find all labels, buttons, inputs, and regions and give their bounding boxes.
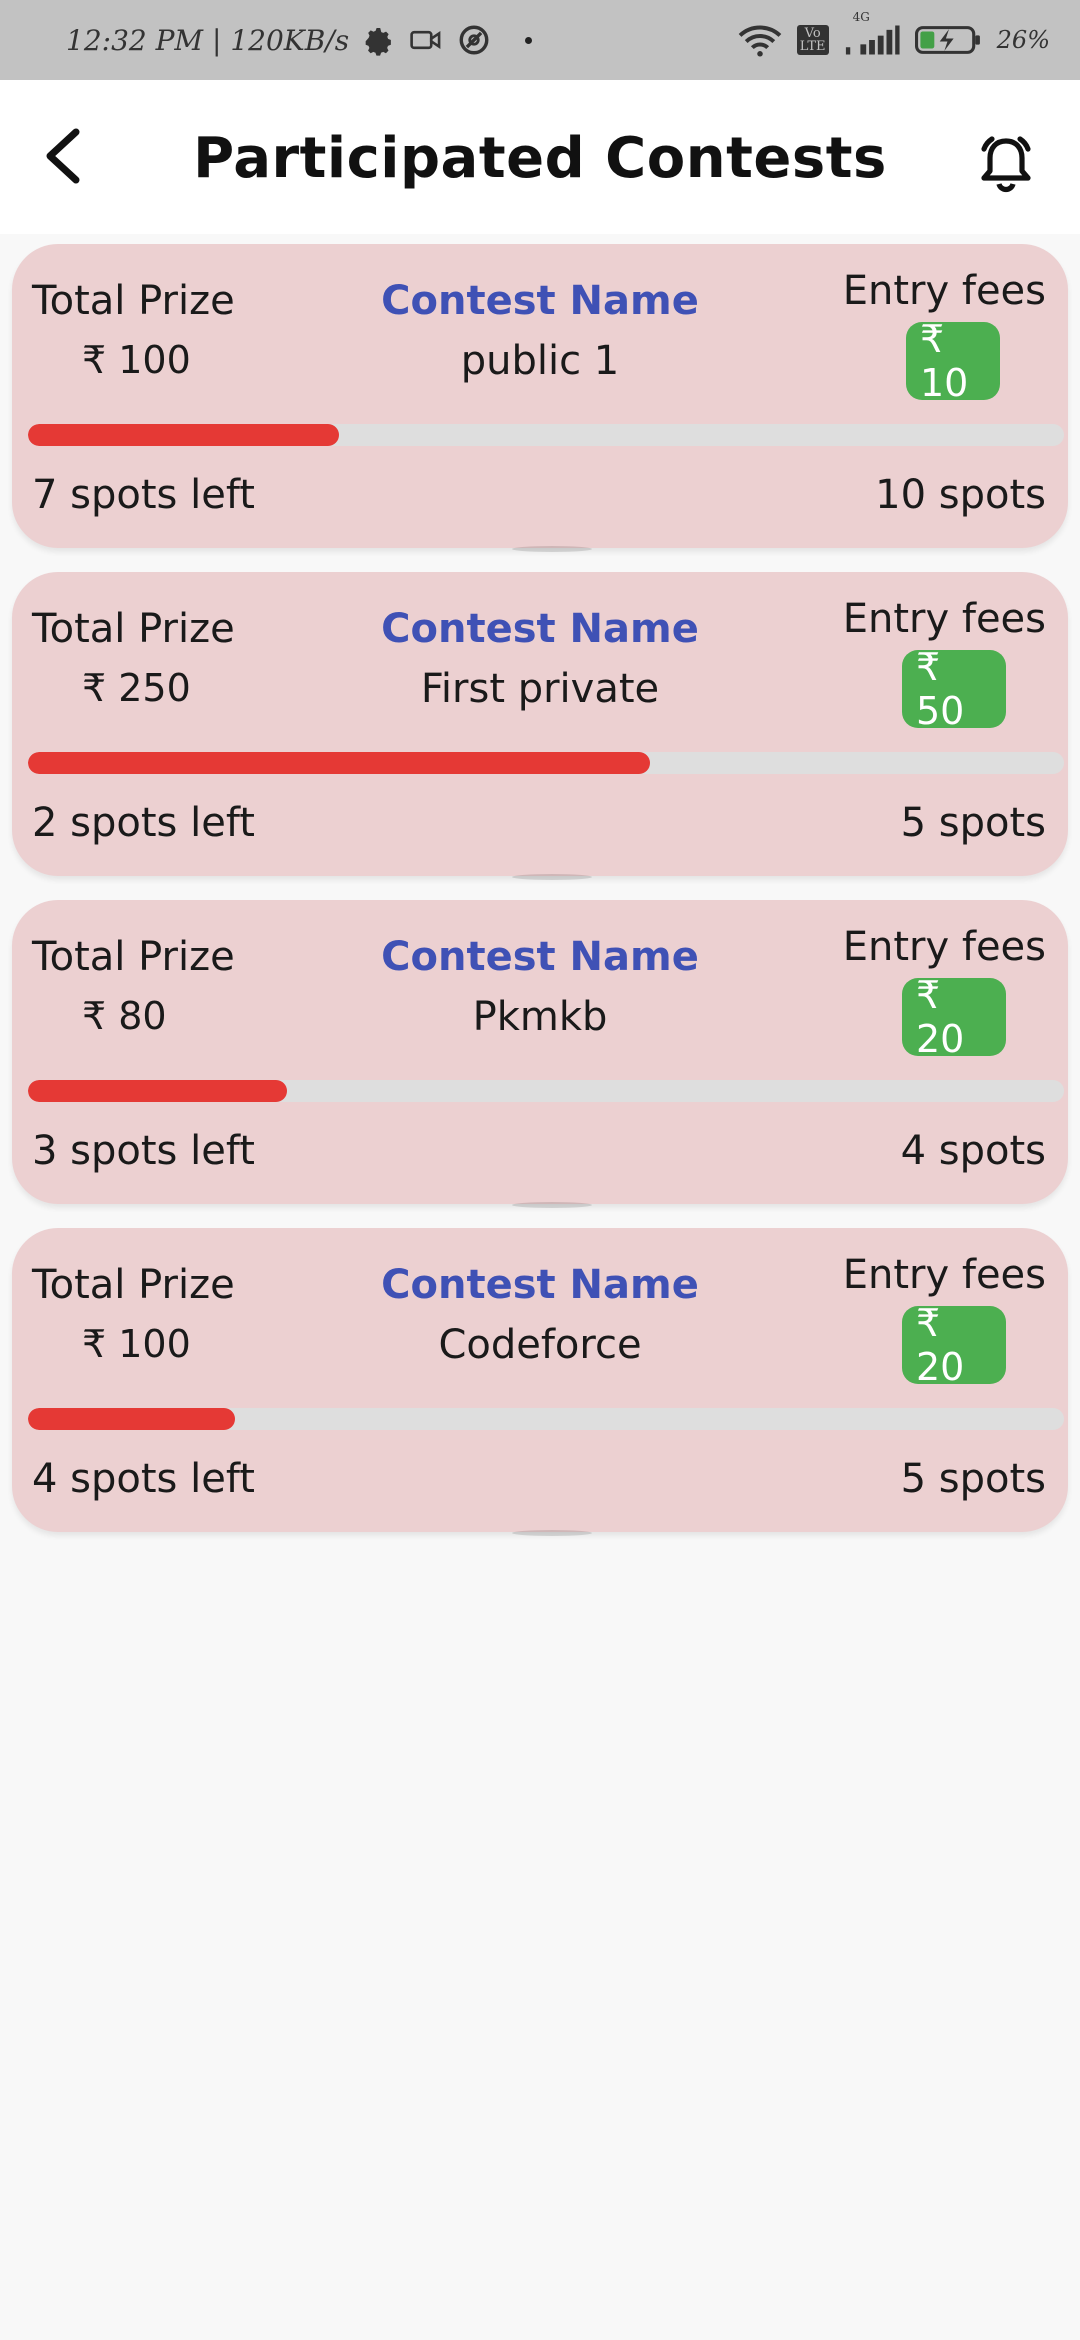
- status-time: 12:32 PM | 120KB/s: [66, 23, 350, 57]
- entry-fees-label: Entry fees: [842, 1252, 1046, 1298]
- bell-icon: [981, 136, 1031, 193]
- video-camera-icon: [409, 26, 443, 54]
- entry-fee-button[interactable]: ₹ 20: [902, 973, 1006, 1061]
- spots-progress-bar: [28, 752, 1064, 774]
- total-spots: 4 spots: [900, 1128, 1046, 1174]
- wifi-icon: [737, 23, 783, 57]
- entry-fee-button[interactable]: ₹ 50: [902, 645, 1006, 733]
- spots-left: 2 spots left: [32, 800, 255, 846]
- spots-left: 7 spots left: [32, 472, 255, 518]
- vpn-icon: [457, 23, 491, 57]
- status-bar-left: 12:32 PM | 120KB/s: [66, 0, 533, 80]
- spots-progress-bar: [28, 1408, 1064, 1430]
- entry-fees-label: Entry fees: [842, 268, 1046, 314]
- entry-fee-button[interactable]: ₹ 10: [906, 317, 1000, 405]
- volte-icon: Vo LTE: [796, 25, 829, 55]
- contest-card[interactable]: Total Prize ₹ 250 Contest Name First pri…: [12, 572, 1068, 880]
- total-spots: 5 spots: [900, 800, 1046, 846]
- total-spots: 10 spots: [875, 472, 1046, 518]
- signal-icon: 4G: [843, 10, 901, 56]
- spots-left: 4 spots left: [32, 1456, 255, 1502]
- volte-label: Vo LTE: [799, 26, 826, 54]
- contest-card[interactable]: Total Prize ₹ 80 Contest Name Pkmkb Entr…: [12, 900, 1068, 1208]
- battery-percent: 26%: [996, 26, 1050, 54]
- spots-progress-bar: [28, 1080, 1064, 1102]
- total-spots: 5 spots: [900, 1456, 1046, 1502]
- status-bar: 12:32 PM | 120KB/s Vo LTE 4G 26%: [0, 0, 1080, 80]
- gear-icon: [363, 24, 395, 56]
- spots-left: 3 spots left: [32, 1128, 255, 1174]
- spots-progress-bar: [28, 424, 1064, 446]
- spots-progress-fill: [28, 1408, 236, 1430]
- network-type: 4G: [852, 10, 870, 24]
- notification-dot: [525, 36, 533, 44]
- notifications-button[interactable]: [974, 132, 1038, 196]
- page-title: Participated Contests: [193, 126, 887, 191]
- entry-fees-label: Entry fees: [842, 596, 1046, 642]
- entry-fee-button[interactable]: ₹ 20: [902, 1301, 1006, 1389]
- status-bar-right: Vo LTE 4G 26%: [737, 0, 1050, 80]
- spots-progress-fill: [28, 424, 339, 446]
- contest-card[interactable]: Total Prize ₹ 100 Contest Name public 1 …: [12, 244, 1068, 552]
- app-bar: Participated Contests: [0, 80, 1080, 234]
- entry-fees-label: Entry fees: [842, 924, 1046, 970]
- spots-progress-fill: [28, 752, 650, 774]
- contest-card[interactable]: Total Prize ₹ 100 Contest Name Codeforce…: [12, 1228, 1068, 1536]
- battery-charging-icon: [914, 24, 983, 56]
- spots-progress-fill: [28, 1080, 287, 1102]
